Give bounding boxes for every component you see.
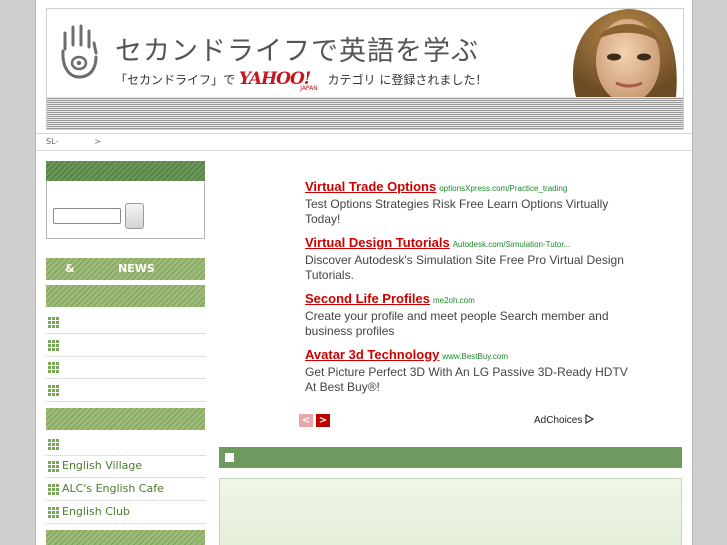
sidebar-item-label: English Club [62, 505, 130, 518]
header-banner: セカンドライフで英語を学ぶ 「セカンドライフ」で YAHOO! JAPAN カテ… [46, 8, 684, 130]
page: セカンドライフで英語を学ぶ 「セカンドライフ」で YAHOO! JAPAN カテ… [35, 0, 693, 545]
grid-bullet-icon [48, 484, 59, 495]
news-header-label: NEWS [118, 262, 155, 275]
hand-logo-icon [61, 24, 98, 79]
breadcrumb-separator: > [94, 137, 101, 146]
yahoo-prefix: 「セカンドライフ」で [115, 73, 236, 87]
ad-url[interactable]: me2oh.com [433, 296, 475, 305]
search-input[interactable] [53, 208, 121, 224]
avatar-image [558, 9, 683, 97]
sidebar-item-label: ALC's English Cafe [62, 482, 164, 495]
adchoices-label: AdChoices [534, 415, 583, 426]
grid-bullet-icon [48, 340, 59, 351]
grid-bullet-icon [48, 385, 59, 396]
grid-bullet-icon [48, 317, 59, 328]
ad-next-button[interactable]: > [316, 414, 330, 427]
ad-title-link[interactable]: Virtual Trade Options [305, 179, 436, 194]
sidebar-item[interactable] [46, 335, 205, 357]
ad-block: Virtual Trade Options optionsXpress.com/P… [305, 179, 635, 403]
ad-description: Create your profile and meet people Sear… [305, 309, 609, 338]
ad-title-link[interactable]: Avatar 3d Technology [305, 347, 439, 362]
search-button[interactable] [125, 203, 144, 229]
ad-unit: Second Life Profiles me2oh.com Create you… [305, 291, 635, 339]
ad-pagination: < > [299, 414, 333, 427]
ad-url[interactable]: optionsXpress.com/Practice_trading [439, 184, 567, 193]
adchoices-link[interactable]: AdChoices [534, 413, 595, 426]
sidebar-item[interactable] [46, 380, 205, 402]
divider [36, 133, 692, 134]
breadcrumb-home[interactable]: SL- [46, 137, 58, 146]
sidebar-search-box [46, 181, 205, 239]
sidebar-item-english-village[interactable]: English Village [46, 456, 205, 478]
ad-unit: Avatar 3d Technology www.BestBuy.com Get … [305, 347, 635, 395]
sidebar-section-header [46, 530, 205, 545]
sidebar-item[interactable] [46, 312, 205, 334]
sidebar-section-header [46, 285, 205, 307]
divider [36, 150, 692, 151]
breadcrumb: SL- > [46, 137, 101, 146]
grid-bullet-icon [48, 507, 59, 518]
grid-bullet-icon [48, 461, 59, 472]
yahoo-japan-sub: JAPAN [300, 85, 318, 92]
site-title: セカンドライフで英語を学ぶ [115, 36, 479, 67]
sidebar-item-english-club[interactable]: English Club [46, 502, 205, 524]
content-header-bar [219, 447, 682, 468]
sidebar-item[interactable] [46, 357, 205, 379]
ad-url[interactable]: www.BestBuy.com [442, 352, 508, 361]
square-bullet-icon [225, 453, 234, 462]
ad-unit: Virtual Trade Options optionsXpress.com/P… [305, 179, 635, 227]
ad-unit: Virtual Design Tutorials Autodesk.com/Sim… [305, 235, 635, 283]
sidebar-item-alc-english-cafe[interactable]: ALC's English Cafe [46, 479, 205, 501]
sidebar-item-label: English Village [62, 459, 143, 472]
ad-description: Test Options Strategies Risk Free Learn … [305, 197, 609, 226]
news-header-left: & [65, 262, 75, 275]
ad-url[interactable]: Autodesk.com/Simulation-Tutor... [453, 240, 571, 249]
ad-title-link[interactable]: Second Life Profiles [305, 291, 430, 306]
ad-title-link[interactable]: Virtual Design Tutorials [305, 235, 450, 250]
sidebar-news-header: & NEWS [46, 258, 205, 280]
adchoices-icon [585, 413, 595, 425]
ad-prev-button[interactable]: < [299, 414, 313, 427]
header-stripes [47, 97, 683, 129]
sidebar-links-header [46, 408, 205, 430]
sidebar-item[interactable] [46, 434, 205, 456]
ad-description: Discover Autodesk's Simulation Site Free… [305, 253, 624, 282]
grid-bullet-icon [48, 439, 59, 450]
ad-description: Get Picture Perfect 3D With An LG Passiv… [305, 365, 628, 394]
content-panel [219, 478, 682, 545]
grid-bullet-icon [48, 362, 59, 373]
yahoo-suffix: カテゴリ に登録されました！ [327, 73, 488, 87]
yahoo-registration-text: 「セカンドライフ」で YAHOO! JAPAN カテゴリ に登録されました！ [115, 69, 487, 92]
sidebar-search-header [46, 161, 205, 181]
